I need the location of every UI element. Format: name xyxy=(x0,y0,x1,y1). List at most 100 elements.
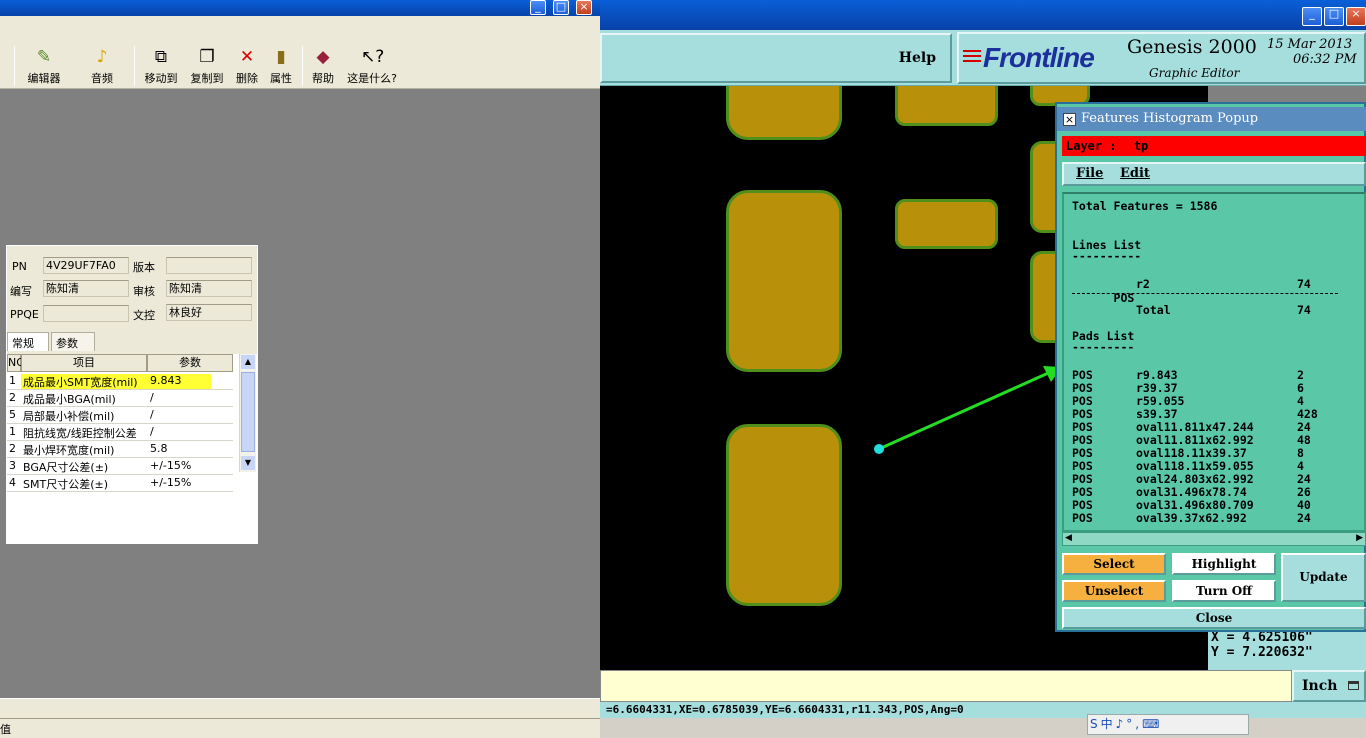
pad-symbol: oval31.496x80.709 xyxy=(1136,498,1254,512)
close-button[interactable]: × xyxy=(1346,7,1366,26)
highlight-button[interactable]: Highlight xyxy=(1172,553,1276,575)
properties-button[interactable]: ▮ 属性 xyxy=(266,46,296,88)
grid-row[interactable]: 5 局部最小补偿(mil) / xyxy=(7,407,233,424)
help-menu-button[interactable]: Help xyxy=(600,33,952,83)
doc-control-label: 文控 xyxy=(133,309,155,322)
properties-icon: ▮ xyxy=(276,47,286,67)
delete-icon: ✕ xyxy=(239,47,255,67)
pad-symbol: oval118.11x59.055 xyxy=(1136,459,1254,473)
units-button[interactable]: Inch xyxy=(1292,670,1366,702)
grid-row[interactable]: 2 成品最小BGA(mil) / xyxy=(7,390,233,407)
left-window: _ □ × ✎ 编辑器 ♪ 音频 ⧉ 移动到 ❐ 复制到 ✕ 删除 ▮ 属性 ◆… xyxy=(0,0,600,738)
menu-edit[interactable]: Edit xyxy=(1120,164,1150,184)
pad-pol: POS xyxy=(1072,368,1093,382)
tab-parameters[interactable]: 参数 xyxy=(51,332,95,351)
author-field[interactable]: 陈知清 xyxy=(43,280,129,297)
pn-field[interactable]: 4V29UF7FA0 xyxy=(43,257,129,274)
parameter-grid: NO 项目 参数 1 成品最小SMT宽度(mil) 9.843 2 成品最小BG… xyxy=(7,354,257,544)
scroll-up-icon[interactable]: ▲ xyxy=(241,355,255,369)
scroll-right-icon[interactable]: ▶ xyxy=(1356,533,1363,543)
grid-row[interactable]: 2 最小焊环宽度(mil) 5.8 xyxy=(7,441,233,458)
audio-icon: ♪ xyxy=(96,47,108,67)
list-item: POS xyxy=(1113,291,1135,305)
doc-control-field[interactable]: 林良好 xyxy=(166,304,252,321)
move-to-icon: ⧉ xyxy=(154,47,168,67)
whats-this-button[interactable]: ↖? 这是什么? xyxy=(342,46,402,88)
turn-off-button[interactable]: Turn Off xyxy=(1172,580,1276,602)
toolbar-separator xyxy=(134,46,135,86)
grid-row[interactable]: 4 SMT尺寸公差(±) +/-15% xyxy=(7,475,233,492)
close-popup-button[interactable]: Close xyxy=(1062,607,1366,629)
help-button[interactable]: ◆ 帮助 xyxy=(308,46,338,88)
grid-row[interactable]: 1 阻抗线宽/线距控制公差 / xyxy=(7,424,233,441)
cursor-coordinates: X = 4.625106" Y = 7.220632" xyxy=(1208,630,1366,670)
pad-count: 24 xyxy=(1297,472,1311,486)
copy-to-button[interactable]: ❐ 复制到 xyxy=(186,46,228,88)
pad-symbol: s39.37 xyxy=(1136,407,1178,421)
version-label: 版本 xyxy=(133,261,155,274)
maximize-button[interactable]: □ xyxy=(1324,7,1344,26)
pad-pol: POS xyxy=(1072,511,1093,525)
histogram-hscrollbar[interactable]: ◀ ▶ xyxy=(1062,532,1366,546)
total-count: 74 xyxy=(1297,303,1311,317)
taskbar-strip xyxy=(600,718,1366,738)
coord-x: X = 4.625106" xyxy=(1211,630,1313,645)
grid-scrollbar[interactable]: ▲ ▼ xyxy=(239,354,256,472)
scroll-down-icon[interactable]: ▼ xyxy=(241,456,255,470)
toolbar-separator xyxy=(14,46,15,86)
highlighted-item-cell: 成品最小SMT宽度(mil) xyxy=(21,374,211,389)
pad-count: 6 xyxy=(1297,381,1304,395)
layer-bar: Layer : tp xyxy=(1062,136,1366,156)
scroll-thumb[interactable] xyxy=(241,372,255,452)
product-subtitle: Graphic Editor xyxy=(1149,66,1240,80)
ppqe-label: PPQE xyxy=(10,308,39,321)
grid-header-value[interactable]: 参数 xyxy=(147,354,233,372)
pads-list-underline: --------- xyxy=(1072,340,1135,354)
ppqe-field[interactable] xyxy=(43,305,129,322)
select-button[interactable]: Select xyxy=(1062,553,1166,575)
left-status-bar xyxy=(0,698,600,718)
grid-row[interactable]: 3 BGA尺寸公差(±) +/-15% xyxy=(7,458,233,475)
document-form-panel: PN 4V29UF7FA0 版本 编写 陈知清 审核 陈知清 PPQE 文控 林… xyxy=(6,245,258,544)
pad-pol: POS xyxy=(1072,394,1093,408)
pad-pol: POS xyxy=(1072,472,1093,486)
left-bottom-bar: 值 xyxy=(0,718,600,738)
editor-button[interactable]: ✎ 编辑器 xyxy=(22,46,66,88)
histogram-list[interactable]: Total Features = 1586 Lines List -------… xyxy=(1062,192,1366,532)
coord-y: Y = 7.220632" xyxy=(1211,645,1313,660)
header-date: 15 Mar 2013 xyxy=(1267,37,1353,52)
version-field[interactable] xyxy=(166,257,252,274)
tab-general[interactable]: 常规 xyxy=(7,332,49,351)
help-book-icon: ◆ xyxy=(316,47,330,67)
minimize-button[interactable]: _ xyxy=(530,0,546,15)
popup-close-icon[interactable]: × xyxy=(1063,113,1076,126)
left-toolbar: ✎ 编辑器 ♪ 音频 ⧉ 移动到 ❐ 复制到 ✕ 删除 ▮ 属性 ◆ 帮助 ↖?… xyxy=(0,16,600,89)
grid-row[interactable]: 1 成品最小SMT宽度(mil) 9.843 xyxy=(7,373,233,390)
pn-label: PN xyxy=(12,260,27,273)
pad-count: 2 xyxy=(1297,368,1304,382)
maximize-button[interactable]: □ xyxy=(553,0,569,15)
review-field[interactable]: 陈知清 xyxy=(166,280,252,297)
review-label: 审核 xyxy=(133,285,155,298)
delete-button[interactable]: ✕ 删除 xyxy=(232,46,262,88)
audio-button[interactable]: ♪ 音频 xyxy=(84,46,120,88)
update-button[interactable]: Update xyxy=(1281,553,1366,602)
pad-symbol: oval118.11x39.37 xyxy=(1136,446,1247,460)
pad-count: 24 xyxy=(1297,511,1311,525)
minimize-button[interactable]: _ xyxy=(1302,7,1322,26)
product-name: Genesis 2000 xyxy=(1127,36,1257,58)
grid-header-no[interactable]: NO xyxy=(7,354,25,372)
ime-toolbar[interactable]: S中♪°,⌨ xyxy=(1087,714,1249,735)
popup-title[interactable]: Features Histogram Popup xyxy=(1057,107,1366,131)
close-button[interactable]: × xyxy=(576,0,592,15)
grid-header-item[interactable]: 项目 xyxy=(21,354,147,372)
menu-file[interactable]: File xyxy=(1076,164,1103,184)
pad-symbol: r39.37 xyxy=(1136,381,1178,395)
pad-count: 428 xyxy=(1297,407,1318,421)
pad-count: 4 xyxy=(1297,394,1304,408)
features-histogram-popup: Features Histogram Popup × Layer : tp Fi… xyxy=(1055,102,1366,632)
scroll-left-icon[interactable]: ◀ xyxy=(1065,533,1072,543)
command-input[interactable] xyxy=(600,670,1292,702)
unselect-button[interactable]: Unselect xyxy=(1062,580,1166,602)
move-to-button[interactable]: ⧉ 移动到 xyxy=(140,46,182,88)
